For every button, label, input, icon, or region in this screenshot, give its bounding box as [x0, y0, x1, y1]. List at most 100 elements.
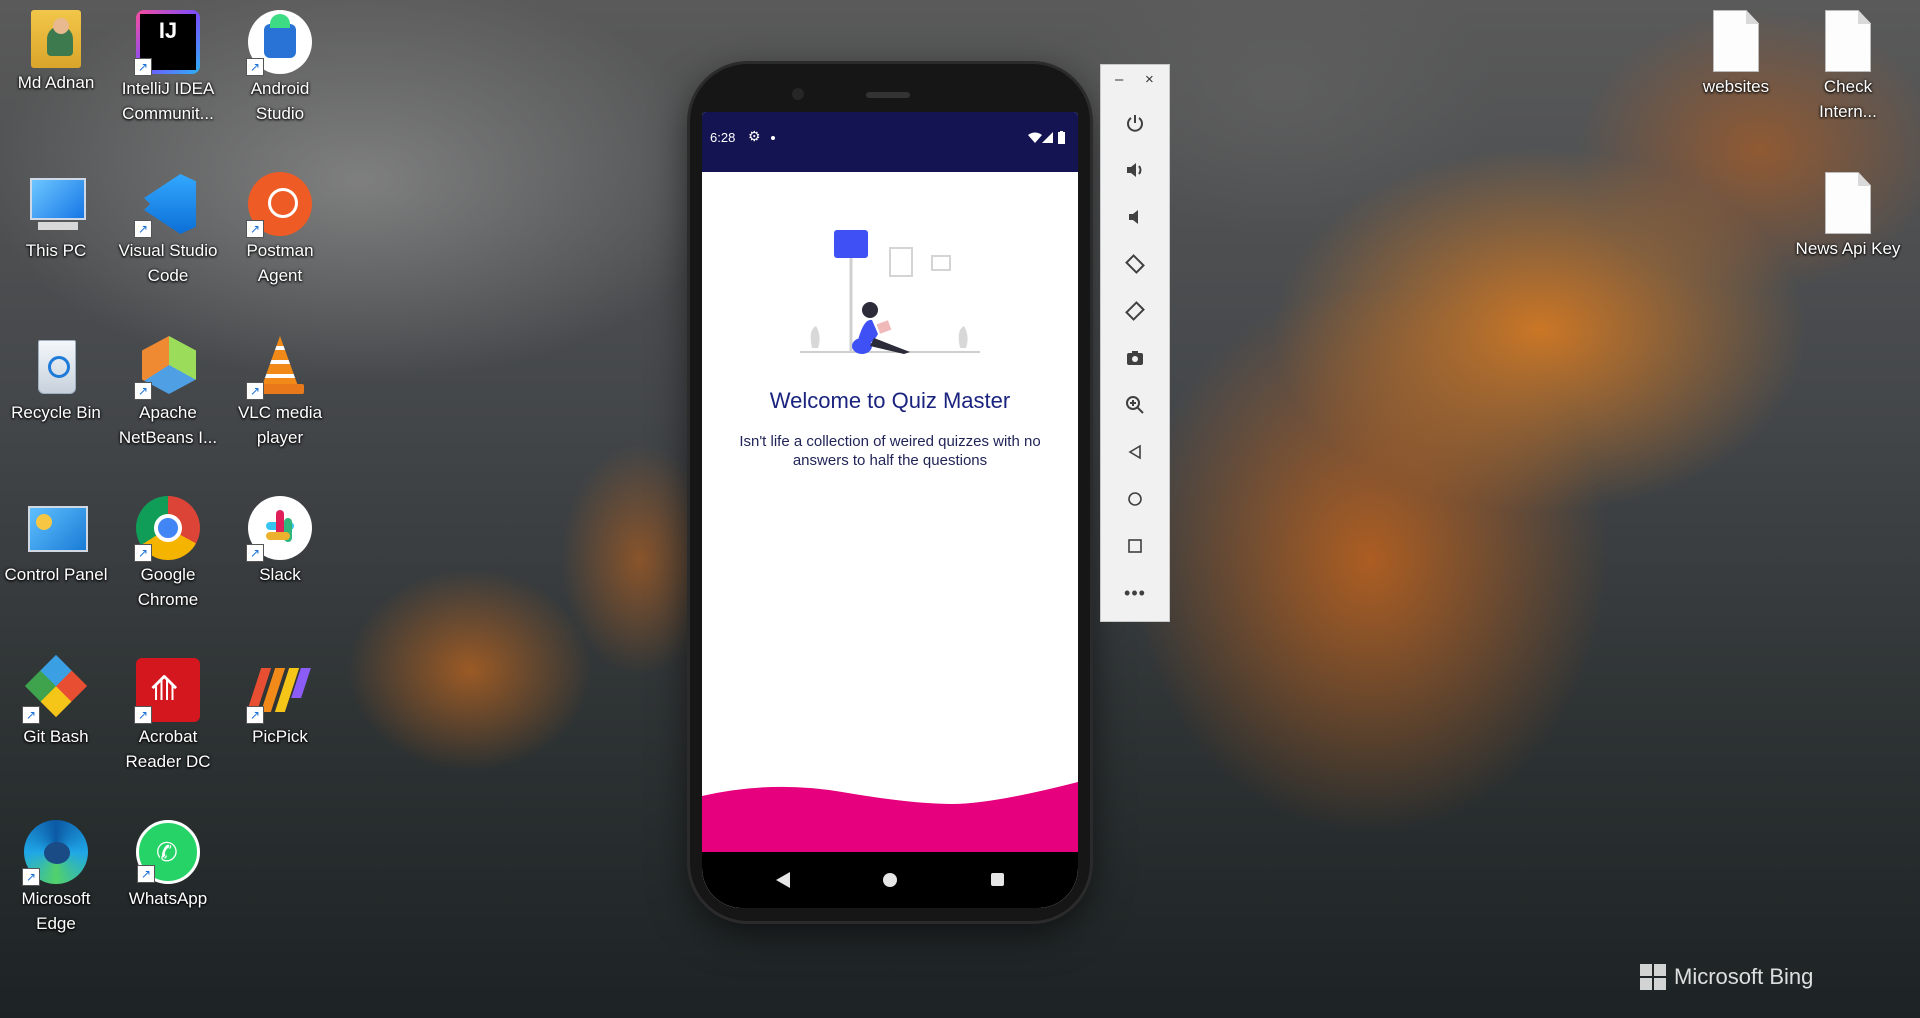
desktop-icon-label: Visual Studio Code: [118, 241, 218, 285]
emulator-toolbar: – × •••: [1100, 64, 1170, 622]
battery-icon: [1058, 131, 1065, 144]
recycle-bin-icon: [24, 334, 88, 398]
desktop-icon-label: Slack: [259, 565, 301, 584]
zoom-button[interactable]: [1113, 385, 1157, 425]
phone-screen[interactable]: 6:28 ⚙ Welcome to Quiz Master Isn't life…: [702, 112, 1078, 908]
desktop-icon-label: Control Panel: [4, 565, 108, 584]
desktop-icon-label: Microsoft Edge: [21, 889, 91, 933]
desktop-icon-postman[interactable]: ↗ Postman Agent: [228, 172, 332, 288]
desktop-icon-intellij[interactable]: IJ ↗ IntelliJ IDEA Communit...: [116, 10, 220, 126]
more-options-button[interactable]: •••: [1113, 573, 1157, 613]
desktop-icon-slack[interactable]: ↗ Slack: [228, 496, 332, 587]
desktop-icon-label: Postman Agent: [246, 241, 314, 285]
android-status-bar: 6:28 ⚙: [702, 112, 1078, 172]
desktop-icon-git-bash[interactable]: ↗ Git Bash: [4, 654, 108, 749]
shortcut-arrow-icon: ↗: [134, 706, 152, 724]
shortcut-arrow-icon: ↗: [134, 58, 152, 76]
desktop-icon-vscode[interactable]: ↗ Visual Studio Code: [116, 172, 220, 288]
desktop-icon-label: IntelliJ IDEA Communit...: [121, 79, 215, 123]
rotate-left-button[interactable]: [1113, 244, 1157, 284]
desktop-icon-this-pc[interactable]: This PC: [4, 172, 108, 263]
desktop-icon-label: Md Adnan: [17, 73, 95, 92]
desktop-icon-acrobat[interactable]: ⟰ ↗ Acrobat Reader DC: [116, 658, 220, 774]
camera-icon: [1127, 351, 1143, 365]
more-dots-icon: •••: [1124, 582, 1146, 603]
overview-square-icon: [1128, 539, 1142, 553]
shortcut-arrow-icon: ↗: [134, 544, 152, 562]
shortcut-arrow-icon: ↗: [246, 220, 264, 238]
desktop-icon-whatsapp[interactable]: ✆ ↗ WhatsApp: [116, 820, 220, 911]
watermark-text: Microsoft Bing: [1674, 964, 1814, 989]
back-triangle-icon: [1128, 444, 1141, 460]
desktop-file-websites[interactable]: websites: [1684, 10, 1788, 99]
shortcut-arrow-icon: ↗: [246, 382, 264, 400]
desktop-icon-label: Check Intern...: [1819, 77, 1877, 121]
volume-down-icon: [1129, 210, 1138, 224]
notification-dot-icon: [771, 136, 775, 140]
desktop-icon-control-panel[interactable]: Control Panel: [4, 496, 108, 587]
acrobat-icon: ⟰ ↗: [134, 658, 200, 724]
home-button[interactable]: [1113, 479, 1157, 519]
android-navigation-bar: [702, 852, 1078, 908]
desktop-icon-android-studio[interactable]: ↗ Android Studio: [228, 10, 332, 126]
shortcut-arrow-icon: ↗: [22, 706, 40, 724]
desktop-icon-picpick[interactable]: ↗ PicPick: [228, 658, 332, 749]
shortcut-arrow-icon: ↗: [22, 868, 40, 886]
volume-up-button[interactable]: [1113, 150, 1157, 190]
bing-watermark: Microsoft Bing: [1640, 964, 1813, 990]
desktop-icon-netbeans[interactable]: ↗ Apache NetBeans I...: [116, 334, 220, 450]
back-button[interactable]: [1113, 432, 1157, 472]
overview-button[interactable]: [1113, 526, 1157, 566]
rotate-right-button[interactable]: [1113, 291, 1157, 331]
home-circle-icon: [1128, 492, 1142, 506]
desktop-icon-vlc[interactable]: ↗ VLC media player: [228, 334, 332, 450]
nav-back-button[interactable]: [776, 872, 790, 888]
power-icon: [1127, 115, 1143, 132]
this-pc-icon: [24, 172, 88, 236]
desktop-icon-label: News Api Key: [1795, 239, 1901, 258]
desktop-file-check-internet[interactable]: Check Intern...: [1796, 10, 1900, 124]
control-panel-icon: [24, 496, 88, 560]
desktop-icon-label: Acrobat Reader DC: [125, 727, 211, 771]
text-file-icon: [1825, 10, 1871, 72]
welcome-title: Welcome to Quiz Master: [769, 388, 1011, 413]
power-button[interactable]: [1113, 103, 1157, 143]
desktop-icon-label: websites: [1702, 77, 1770, 96]
earpiece: [866, 92, 910, 98]
emulator-minimize-button[interactable]: –: [1115, 71, 1123, 88]
vlc-icon: ↗: [246, 334, 312, 400]
cellular-signal-icon: [1042, 132, 1053, 143]
desktop-icon-md-adnan[interactable]: Md Adnan: [4, 10, 108, 95]
shortcut-arrow-icon: ↗: [246, 544, 264, 562]
volume-down-button[interactable]: [1113, 197, 1157, 237]
wifi-icon: [1028, 132, 1042, 143]
desktop-icon-label: WhatsApp: [128, 889, 208, 908]
volume-up-icon: [1127, 163, 1142, 177]
screenshot-button[interactable]: [1113, 338, 1157, 378]
android-studio-icon: ↗: [246, 10, 312, 76]
shortcut-arrow-icon: ↗: [137, 865, 155, 883]
desktop-icon-chrome[interactable]: ↗ Google Chrome: [116, 496, 220, 612]
nav-home-button[interactable]: [883, 873, 897, 887]
desktop-icon-label: Google Chrome: [137, 565, 199, 609]
front-camera: [792, 88, 804, 100]
settings-icon: ⚙: [748, 128, 761, 144]
slack-icon: ↗: [246, 496, 312, 562]
quiz-master-welcome-screen: Welcome to Quiz Master Isn't life a coll…: [702, 172, 1078, 908]
intellij-icon: IJ ↗: [134, 10, 200, 76]
desktop-icon-edge[interactable]: ↗ Microsoft Edge: [4, 820, 108, 936]
postman-icon: ↗: [246, 172, 312, 238]
text-file-icon: [1825, 172, 1871, 234]
emulator-close-button[interactable]: ×: [1145, 71, 1154, 88]
desktop-file-news-api-key[interactable]: News Api Key: [1782, 172, 1914, 261]
desktop-icon-label: VLC media player: [237, 403, 323, 447]
status-time: 6:28: [710, 130, 736, 145]
welcome-tagline: Isn't life a collection of weired quizze…: [739, 433, 1041, 469]
desktop-icon-recycle-bin[interactable]: Recycle Bin: [4, 334, 108, 425]
netbeans-icon: ↗: [134, 334, 200, 400]
zoom-icon: [1126, 396, 1144, 414]
text-file-icon: [1713, 10, 1759, 72]
picpick-icon: ↗: [246, 658, 312, 724]
rotate-left-icon: [1125, 254, 1145, 274]
nav-overview-button[interactable]: [991, 873, 1004, 886]
